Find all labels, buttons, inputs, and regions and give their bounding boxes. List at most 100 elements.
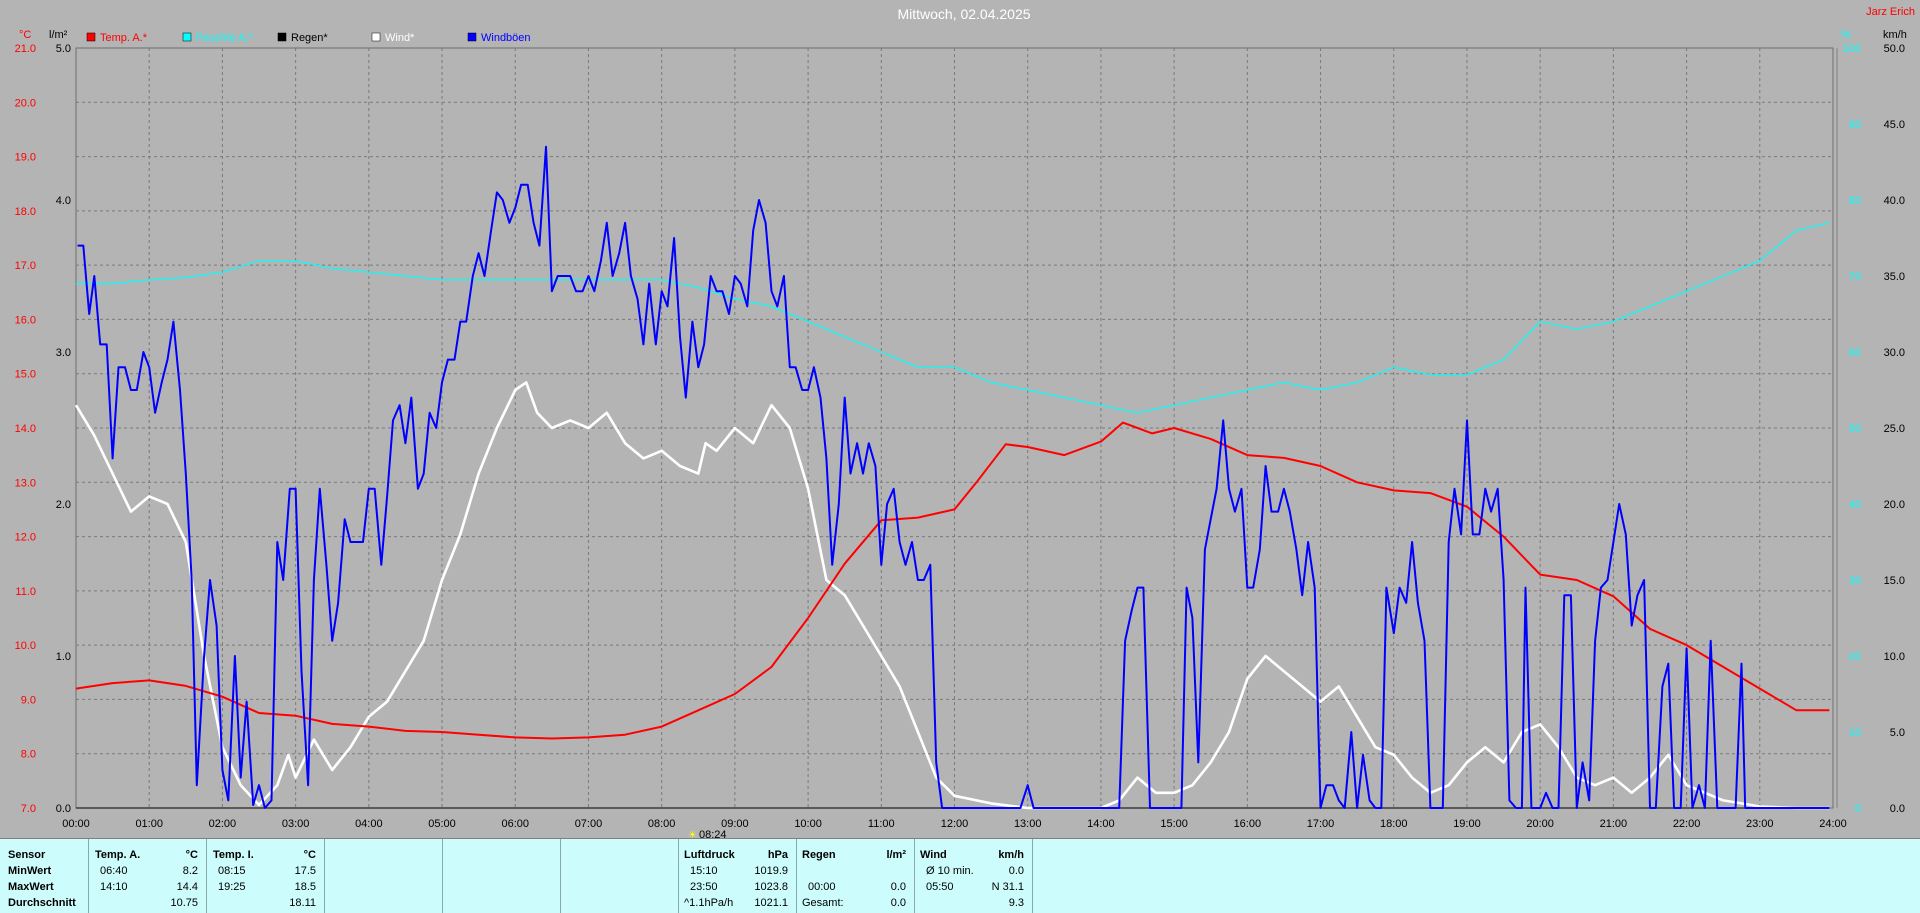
stats-col-temp-i: Temp. I. °C 08:15 17.5 19:25 18.5 18.11 [206, 839, 325, 913]
wind-avg10: 0.0 [1008, 865, 1024, 877]
rain-tick-label: 2.0 [56, 499, 71, 511]
x-tick-label: 07:00 [575, 818, 603, 830]
temp-tick-label: 21.0 [15, 43, 36, 55]
pressure-unit: hPa [767, 849, 788, 861]
x-tick-label: 21:00 [1600, 818, 1628, 830]
stats-col-sensor: Sensor MinWert MaxWert Durchschnitt [0, 839, 89, 913]
stats-col-pressure: Luftdruck hPa 15:10 1019.9 23:50 1023.8 … [678, 839, 797, 913]
temp-a-avg: 10.75 [170, 897, 198, 909]
wind-avg10-label: Ø 10 min. [926, 865, 974, 877]
humidity-tick-label: 10 [1849, 727, 1861, 739]
stats-row-max: MaxWert [8, 881, 54, 893]
stats-sensor-header: Sensor [8, 849, 46, 861]
stats-col-wind: Wind km/h Ø 10 min. 0.0 05:50 N 31.1 9.3 [914, 839, 1033, 913]
temp-i-unit: °C [303, 849, 316, 861]
humidity-tick-label: 100 [1843, 43, 1861, 55]
pressure-avg: 1021.1 [754, 897, 788, 909]
temp-tick-label: 14.0 [15, 423, 36, 435]
left-unit-rain: l/m² [49, 29, 68, 41]
temp-tick-label: 16.0 [15, 314, 36, 326]
right-unit-wind: km/h [1883, 29, 1907, 41]
wind-title: Wind [920, 849, 947, 861]
rain-tick-label: 4.0 [56, 195, 71, 207]
legend-label: Regen* [291, 32, 328, 44]
wind-tick-label: 35.0 [1884, 271, 1905, 283]
x-tick-label: 20:00 [1526, 818, 1554, 830]
sunrise-icon: ☀ [688, 830, 697, 838]
x-tick-label: 12:00 [941, 818, 969, 830]
wind-tick-label: 25.0 [1884, 423, 1905, 435]
humidity-tick-label: 30 [1849, 575, 1861, 587]
legend-swatch [277, 32, 287, 42]
x-tick-label: 01:00 [135, 818, 163, 830]
temp-tick-label: 19.0 [15, 152, 36, 164]
temp-tick-label: 9.0 [21, 694, 36, 706]
temp-a-title: Temp. A. [95, 849, 141, 861]
temp-a-min-time: 06:40 [100, 865, 128, 877]
temp-i-max-val: 18.5 [294, 881, 316, 893]
wind-unit: km/h [998, 849, 1024, 861]
x-tick-label: 02:00 [209, 818, 237, 830]
rain-max-time: 00:00 [808, 881, 836, 893]
x-tick-label: 13:00 [1014, 818, 1042, 830]
temp-a-unit: °C [185, 849, 198, 861]
x-tick-label: 00:00 [62, 818, 90, 830]
temp-tick-label: 20.0 [15, 97, 36, 109]
humidity-tick-label: 50 [1849, 423, 1861, 435]
x-tick-label: 18:00 [1380, 818, 1408, 830]
temp-tick-label: 18.0 [15, 206, 36, 218]
pressure-max-time: 23:50 [690, 881, 718, 893]
x-tick-label: 11:00 [868, 818, 895, 830]
humidity-tick-label: 90 [1849, 119, 1861, 131]
temp-i-avg: 18.11 [289, 897, 316, 909]
wind-tick-label: 0.0 [1890, 803, 1905, 815]
x-tick-label: 10:00 [794, 818, 822, 830]
x-tick-label: 15:00 [1160, 818, 1188, 830]
legend-label: Wind* [385, 32, 415, 44]
x-axis: 00:00 01:00 02:00 03:00 04:00 05:00 06:00 07:00… [62, 818, 1847, 830]
humidity-tick-label: 40 [1849, 499, 1861, 511]
wind-tick-label: 5.0 [1890, 727, 1905, 739]
x-tick-label: 22:00 [1673, 818, 1701, 830]
legend-label: Temp. A.* [100, 32, 148, 44]
legend-swatch [371, 32, 381, 42]
rain-total-label: Gesamt: [802, 897, 844, 909]
temp-i-min-time: 08:15 [218, 865, 246, 877]
x-tick-label: 16:00 [1234, 818, 1262, 830]
sunrise-marker: ☀ 08:24 [688, 829, 727, 838]
wind-tick-label: 40.0 [1884, 195, 1905, 207]
rain-max-val: 0.0 [890, 881, 906, 893]
x-tick-label: 24:00 [1819, 818, 1847, 830]
sunrise-time: 08:24 [699, 829, 727, 838]
humidity-tick-label: 80 [1849, 195, 1861, 207]
temp-tick-label: 15.0 [15, 369, 36, 381]
x-tick-label: 23:00 [1746, 818, 1774, 830]
humidity-tick-label: 60 [1849, 347, 1861, 359]
rain-title: Regen [802, 849, 836, 861]
pressure-title: Luftdruck [684, 849, 735, 861]
legend-swatch [182, 32, 192, 42]
wind-tick-label: 50.0 [1884, 43, 1905, 55]
rain-tick-label: 0.0 [56, 803, 71, 815]
stats-col-rain: Regen l/m² 00:00 0.0 Gesamt: 0.0 [796, 839, 915, 913]
x-tick-label: 04:00 [355, 818, 383, 830]
temp-a-min-val: 8.2 [182, 865, 198, 877]
x-tick-label: 17:00 [1307, 818, 1335, 830]
temp-tick-label: 13.0 [15, 477, 36, 489]
stats-col-empty-1 [324, 839, 443, 913]
pressure-min-time: 15:10 [690, 865, 718, 877]
temp-i-title: Temp. I. [213, 849, 254, 861]
rain-tick-label: 3.0 [56, 347, 71, 359]
pressure-min-val: 1019.9 [754, 865, 788, 877]
legend-label: Feuchte A.* [196, 32, 254, 44]
rain-tick-label: 1.0 [56, 651, 71, 663]
x-tick-label: 03:00 [282, 818, 310, 830]
temp-tick-label: 17.0 [15, 260, 36, 272]
station-name: Jarz Erich [1866, 6, 1915, 18]
legend-swatch [467, 32, 477, 42]
legend-label: Windböen [481, 32, 531, 44]
temp-i-max-time: 19:25 [218, 881, 246, 893]
temp-a-max-time: 14:10 [100, 881, 128, 893]
wind-avg: 9.3 [1008, 897, 1024, 909]
right-unit-pct: % [1841, 29, 1851, 41]
